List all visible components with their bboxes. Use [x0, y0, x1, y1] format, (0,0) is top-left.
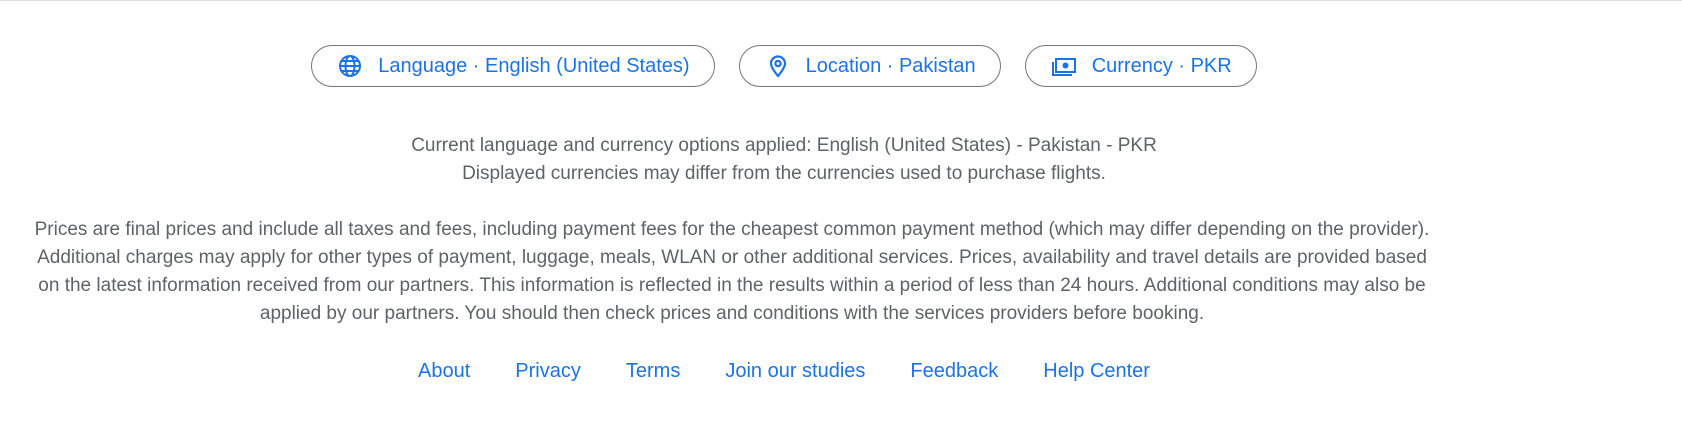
location-button[interactable]: Location · Pakistan	[738, 45, 1001, 87]
currency-button[interactable]: Currency · PKR	[1024, 45, 1257, 87]
feedback-link[interactable]: Feedback	[910, 360, 998, 383]
currency-label: Currency · PKR	[1091, 54, 1232, 77]
applied-options-notice: Current language and currency options ap…	[0, 132, 1568, 188]
footer-links: About Privacy Terms Join our studies Fee…	[0, 360, 1568, 383]
help-center-link[interactable]: Help Center	[1043, 360, 1150, 383]
top-divider	[0, 0, 1682, 3]
banknote-icon	[1051, 53, 1077, 79]
join-studies-link[interactable]: Join our studies	[725, 360, 865, 383]
locale-settings: Language · English (United States) Locat…	[0, 45, 1568, 87]
applied-options-text: Current language and currency options ap…	[411, 135, 1157, 156]
privacy-link[interactable]: Privacy	[515, 360, 581, 383]
language-label: Language · English (United States)	[378, 54, 690, 77]
terms-link[interactable]: Terms	[626, 360, 680, 383]
globe-icon	[337, 53, 363, 79]
location-pin-icon	[765, 53, 791, 79]
currency-note-text: Displayed currencies may differ from the…	[462, 163, 1106, 184]
price-disclaimer: Prices are final prices and include all …	[34, 219, 1430, 324]
about-link[interactable]: About	[418, 360, 470, 383]
language-button[interactable]: Language · English (United States)	[311, 45, 715, 87]
location-label: Location · Pakistan	[805, 54, 976, 77]
